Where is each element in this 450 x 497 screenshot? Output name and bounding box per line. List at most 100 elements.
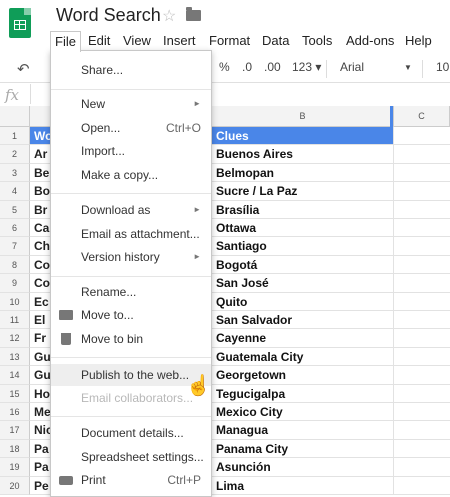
font-size-select[interactable]: 10 (436, 60, 449, 74)
more-formats-button[interactable]: 123 ▾ (292, 60, 321, 74)
cell-b[interactable]: Ottawa (212, 219, 394, 237)
cell-c[interactable] (394, 256, 450, 274)
folder-icon[interactable] (186, 7, 201, 21)
row-header[interactable]: 11 (0, 311, 30, 329)
cell-b[interactable]: Bogotá (212, 256, 394, 274)
cell-c[interactable] (394, 366, 450, 385)
cell-c[interactable] (394, 403, 450, 421)
row-header[interactable]: 14 (0, 366, 30, 385)
cell-c[interactable] (394, 237, 450, 256)
cell-b[interactable]: Brasília (212, 201, 394, 219)
cell-b[interactable]: San Salvador (212, 311, 394, 329)
cell-c[interactable] (394, 201, 450, 219)
cell-b[interactable]: San José (212, 274, 394, 293)
cell-c[interactable] (394, 311, 450, 329)
row-header[interactable]: 6 (0, 219, 30, 237)
cell-c[interactable] (394, 219, 450, 237)
row-header[interactable]: 5 (0, 201, 30, 219)
cell-b[interactable]: Lima (212, 477, 394, 495)
menu-data[interactable]: Data (258, 31, 293, 50)
menu-tools[interactable]: Tools (298, 31, 336, 50)
cell-c[interactable] (394, 182, 450, 201)
row-header[interactable]: 10 (0, 293, 30, 311)
sheets-logo-icon[interactable] (9, 8, 31, 38)
star-icon[interactable]: ☆ (162, 6, 176, 26)
row-header[interactable]: 13 (0, 348, 30, 366)
menu-item-open[interactable]: Open... Ctrl+O (51, 117, 211, 139)
menu-format[interactable]: Format (205, 31, 254, 50)
cell-c[interactable] (394, 385, 450, 403)
select-all-corner[interactable] (0, 106, 30, 127)
row-header[interactable]: 9 (0, 274, 30, 293)
cell-b[interactable]: Georgetown (212, 366, 394, 385)
menu-item-email-attachment[interactable]: Email as attachment... (51, 223, 211, 245)
cell-c[interactable] (394, 440, 450, 458)
cell-b[interactable]: Managua (212, 421, 394, 440)
increase-decimal-button[interactable]: .00 (264, 60, 281, 74)
menu-item-share[interactable]: Share... (51, 59, 211, 81)
cell-b[interactable]: Tegucigalpa (212, 385, 394, 403)
cell-c[interactable] (394, 145, 450, 164)
cell-b[interactable]: Santiago (212, 237, 394, 256)
row-header[interactable]: 20 (0, 477, 30, 495)
row-header[interactable]: 17 (0, 421, 30, 440)
cell-c[interactable] (394, 458, 450, 477)
row-header[interactable]: 8 (0, 256, 30, 274)
menu-item-download-as[interactable]: Download as ► (51, 199, 211, 221)
decrease-decimal-button[interactable]: .0 (242, 60, 252, 74)
menu-item-make-copy[interactable]: Make a copy... (51, 164, 211, 186)
row-header[interactable]: 2 (0, 145, 30, 164)
cell-c[interactable] (394, 293, 450, 311)
row-header[interactable]: 7 (0, 237, 30, 256)
row-header[interactable]: 4 (0, 182, 30, 201)
percent-button[interactable]: % (219, 60, 230, 74)
menu-view[interactable]: View (119, 31, 155, 50)
font-select[interactable]: Arial (340, 60, 364, 74)
column-header-b[interactable]: B (212, 106, 394, 127)
row-header[interactable]: 19 (0, 458, 30, 477)
chevron-down-icon[interactable]: ▼ (404, 63, 412, 72)
document-title[interactable]: Word Search (56, 5, 161, 26)
cell-c[interactable] (394, 477, 450, 495)
undo-icon[interactable]: ↶ (17, 60, 30, 78)
cell-b[interactable]: Clues (212, 127, 394, 145)
cell-b[interactable]: Asunción (212, 458, 394, 477)
menu-help[interactable]: Help (401, 31, 436, 50)
menu-edit[interactable]: Edit (84, 31, 114, 50)
row-header[interactable]: 15 (0, 385, 30, 403)
cell-b[interactable]: Panama City (212, 440, 394, 458)
cell-b[interactable]: Belmopan (212, 164, 394, 182)
menu-file[interactable]: File (50, 31, 81, 52)
column-resize-handle[interactable] (390, 106, 393, 127)
column-header-c[interactable]: C (394, 106, 450, 127)
menu-item-spreadsheet-settings[interactable]: Spreadsheet settings... (51, 446, 211, 468)
menu-item-new[interactable]: New ► (51, 93, 211, 115)
cell-c[interactable] (394, 348, 450, 366)
cell-c[interactable] (394, 329, 450, 348)
cell-b[interactable]: Quito (212, 293, 394, 311)
menu-item-document-details[interactable]: Document details... (51, 422, 211, 444)
menu-divider (51, 193, 211, 194)
cell-c[interactable] (394, 274, 450, 293)
row-header[interactable]: 18 (0, 440, 30, 458)
cell-c[interactable] (394, 421, 450, 440)
menu-item-move-to-bin[interactable]: Move to bin (51, 328, 211, 350)
menu-addons[interactable]: Add-ons (342, 31, 398, 50)
row-header[interactable]: 12 (0, 329, 30, 348)
cell-b[interactable]: Cayenne (212, 329, 394, 348)
menu-item-version-history[interactable]: Version history ► (51, 246, 211, 268)
menu-item-import[interactable]: Import... (51, 140, 211, 162)
menu-item-print[interactable]: Print Ctrl+P (51, 469, 211, 491)
cell-b[interactable]: Buenos Aires (212, 145, 394, 164)
menu-item-rename[interactable]: Rename... (51, 281, 211, 303)
cell-c[interactable] (394, 164, 450, 182)
menu-insert[interactable]: Insert (159, 31, 200, 50)
cell-b[interactable]: Sucre / La Paz (212, 182, 394, 201)
row-header[interactable]: 1 (0, 127, 30, 145)
cell-c[interactable] (394, 127, 450, 145)
menu-item-move-to[interactable]: Move to... (51, 304, 211, 326)
row-header[interactable]: 16 (0, 403, 30, 421)
cell-b[interactable]: Guatemala City (212, 348, 394, 366)
row-header[interactable]: 3 (0, 164, 30, 182)
cell-b[interactable]: Mexico City (212, 403, 394, 421)
